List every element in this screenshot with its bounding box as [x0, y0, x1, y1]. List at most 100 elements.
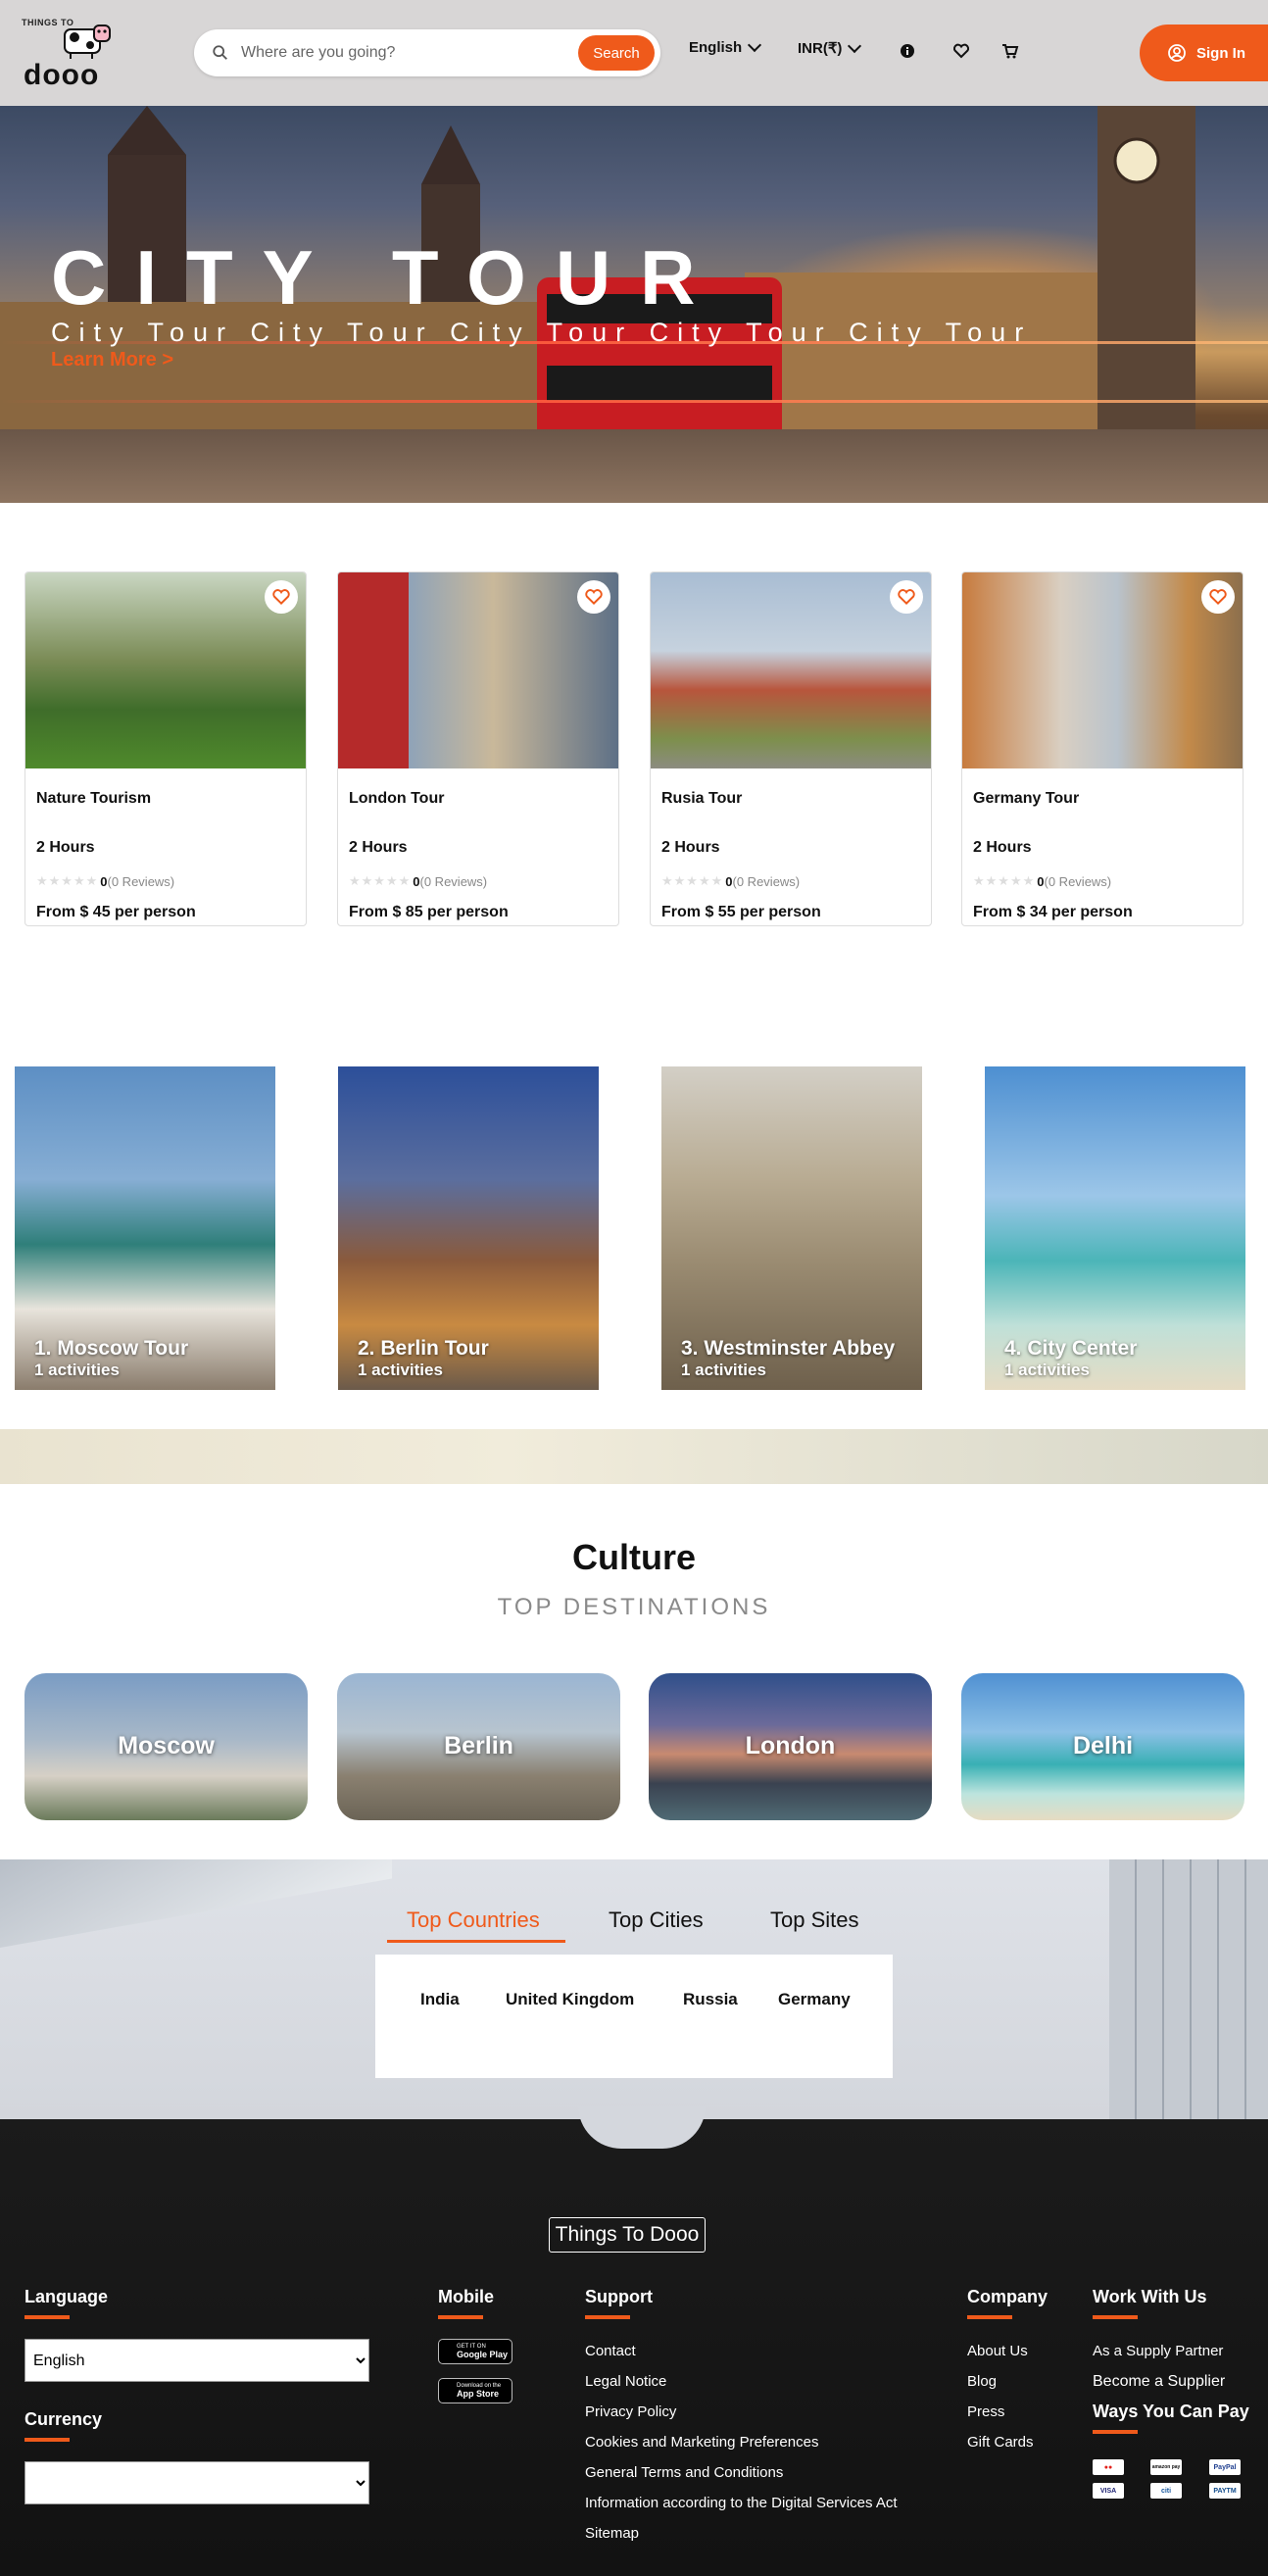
- logo-big-text: dooo: [24, 59, 100, 91]
- heart-icon: [585, 589, 603, 606]
- work-link-supplier[interactable]: Become a Supplier: [1093, 2373, 1225, 2391]
- heart-icon: [1209, 589, 1227, 606]
- support-link-terms[interactable]: General Terms and Conditions: [585, 2464, 783, 2481]
- favorite-button[interactable]: [265, 580, 298, 614]
- heart-icon[interactable]: [951, 41, 971, 61]
- tour-card[interactable]: Rusia Tour 2 Hours ★★★★★ 0 (0 Reviews) Fro…: [650, 571, 932, 926]
- tour-rating: ★★★★★ 0 (0 Reviews): [349, 873, 487, 889]
- destination-tile[interactable]: 3. Westminster Abbey 1 activities: [661, 1066, 922, 1390]
- hero-banner: CITY TOUR City Tour City Tour City Tour …: [0, 106, 1268, 503]
- paypal-icon: PayPal: [1209, 2459, 1241, 2475]
- tour-name: London Tour: [349, 790, 445, 807]
- favorite-button[interactable]: [577, 580, 610, 614]
- search-button[interactable]: Search: [578, 35, 655, 71]
- destination-count: 1 activities: [1004, 1361, 1090, 1379]
- support-link-legal[interactable]: Legal Notice: [585, 2373, 666, 2390]
- tour-rating: ★★★★★ 0 (0 Reviews): [973, 873, 1111, 889]
- tour-card[interactable]: Nature Tourism 2 Hours ★★★★★ 0 (0 Reviews)…: [24, 571, 307, 926]
- company-link-blog[interactable]: Blog: [967, 2373, 997, 2390]
- destination-tile[interactable]: 1. Moscow Tour 1 activities: [15, 1066, 275, 1390]
- favorite-button[interactable]: [890, 580, 923, 614]
- company-link-gift-cards[interactable]: Gift Cards: [967, 2434, 1034, 2451]
- heading-underline: [438, 2315, 483, 2319]
- cart-icon[interactable]: [1000, 41, 1020, 61]
- company-link-about[interactable]: About Us: [967, 2343, 1028, 2359]
- destination-count: 1 activities: [681, 1361, 766, 1379]
- tour-duration: 2 Hours: [661, 839, 720, 856]
- country-link[interactable]: India: [420, 1990, 460, 2009]
- google-play-text: Google Play: [457, 2350, 509, 2359]
- tour-duration: 2 Hours: [349, 839, 408, 856]
- support-heading: Support: [585, 2287, 653, 2306]
- info-icon[interactable]: [898, 41, 917, 61]
- building-decoration: [0, 1859, 392, 1948]
- star-icons: ★★★★★: [973, 873, 1036, 888]
- heading-underline: [24, 2438, 70, 2442]
- destination-count: 1 activities: [34, 1361, 120, 1379]
- city-name: Delhi: [1072, 1732, 1134, 1759]
- footer-logo[interactable]: Things To Dooo: [549, 2217, 706, 2253]
- language-selector[interactable]: English: [689, 37, 762, 56]
- support-link-cookies[interactable]: Cookies and Marketing Preferences: [585, 2434, 818, 2451]
- tour-card[interactable]: Germany Tour 2 Hours ★★★★★ 0 (0 Reviews) F…: [961, 571, 1244, 926]
- destination-tile[interactable]: 2. Berlin Tour 1 activities: [338, 1066, 599, 1390]
- city-card[interactable]: London: [649, 1673, 932, 1820]
- support-link-privacy[interactable]: Privacy Policy: [585, 2403, 676, 2420]
- support-link-contact[interactable]: Contact: [585, 2343, 636, 2359]
- tour-name: Rusia Tour: [661, 790, 743, 807]
- search-icon: [213, 45, 227, 60]
- city-card[interactable]: Delhi: [961, 1673, 1244, 1820]
- google-play-badge[interactable]: GET IT ON Google Play: [438, 2339, 512, 2364]
- review-count: (0 Reviews): [1044, 873, 1112, 889]
- rating-value: 0: [100, 873, 108, 889]
- heart-icon: [272, 589, 290, 606]
- review-count: (0 Reviews): [419, 873, 488, 889]
- tab-top-countries[interactable]: Top Countries: [407, 1907, 540, 1933]
- star-icons: ★★★★★: [36, 873, 99, 888]
- language-select[interactable]: English: [24, 2339, 369, 2382]
- tab-top-cities[interactable]: Top Cities: [609, 1907, 704, 1933]
- heading-underline: [585, 2315, 630, 2319]
- app-store-badge[interactable]: Download on the App Store: [438, 2378, 512, 2403]
- tab-top-sites[interactable]: Top Sites: [770, 1907, 859, 1933]
- destination-name: 4. City Center: [1004, 1337, 1138, 1360]
- destination-name: 2. Berlin Tour: [358, 1337, 489, 1360]
- currency-selector[interactable]: INR(₹): [798, 38, 862, 57]
- country-link[interactable]: Russia: [683, 1990, 738, 2009]
- review-count: (0 Reviews): [732, 873, 801, 889]
- work-link-supply-partner[interactable]: As a Supply Partner: [1093, 2343, 1223, 2359]
- country-link[interactable]: United Kingdom: [506, 1990, 634, 2009]
- culture-subheading: TOP DESTINATIONS: [497, 1594, 771, 1620]
- company-link-press[interactable]: Press: [967, 2403, 1004, 2420]
- heading-underline: [1093, 2430, 1138, 2434]
- destination-tile[interactable]: 4. City Center 1 activities: [985, 1066, 1245, 1390]
- culture-heading: Culture: [572, 1537, 696, 1577]
- search-input[interactable]: [241, 41, 535, 65]
- tour-rating: ★★★★★ 0 (0 Reviews): [661, 873, 800, 889]
- sign-in-label: Sign In: [1196, 44, 1245, 62]
- city-card[interactable]: Moscow: [24, 1673, 308, 1820]
- tour-duration: 2 Hours: [36, 839, 95, 856]
- site-logo[interactable]: THINGS TO dooo: [18, 16, 116, 91]
- rating-value: 0: [1037, 873, 1045, 889]
- payment-heading: Ways You Can Pay: [1093, 2402, 1249, 2421]
- heading-underline: [24, 2315, 70, 2319]
- country-link[interactable]: Germany: [778, 1990, 851, 2009]
- sign-in-button[interactable]: Sign In: [1140, 25, 1268, 81]
- tour-price: From $ 85 per person: [349, 904, 509, 920]
- support-link-sitemap[interactable]: Sitemap: [585, 2525, 639, 2542]
- tour-price: From $ 34 per person: [973, 904, 1133, 920]
- currency-label: INR(₹): [798, 40, 843, 57]
- hero-title: CITY TOUR: [51, 234, 725, 321]
- learn-more-link[interactable]: Learn More >: [51, 349, 173, 372]
- city-card[interactable]: Berlin: [337, 1673, 620, 1820]
- currency-select[interactable]: [24, 2461, 369, 2504]
- heart-icon: [898, 589, 915, 606]
- language-heading: Language: [24, 2287, 109, 2306]
- destination-name: 3. Westminster Abbey: [681, 1337, 896, 1360]
- hero-subtitle: City Tour City Tour City Tour City Tour …: [51, 318, 1033, 347]
- favorite-button[interactable]: [1201, 580, 1235, 614]
- decorative-banner: [0, 1429, 1268, 1484]
- tour-card[interactable]: London Tour 2 Hours ★★★★★ 0 (0 Reviews) Fr…: [337, 571, 619, 926]
- support-link-dsa[interactable]: Information according to the Digital Ser…: [585, 2495, 898, 2511]
